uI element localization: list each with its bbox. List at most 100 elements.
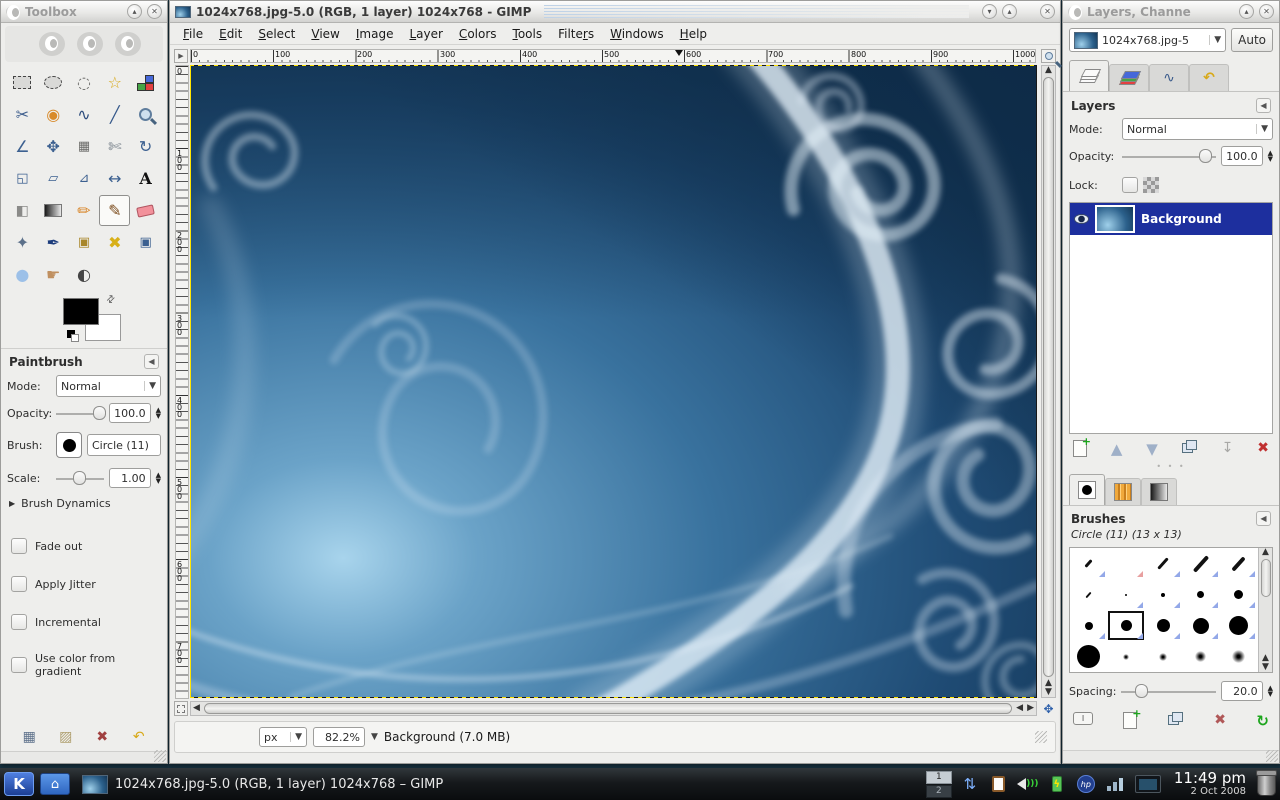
close-icon[interactable]: ✕	[1259, 4, 1274, 19]
brush-item[interactable]	[1220, 610, 1257, 641]
scroll-right-icon[interactable]: ▶	[1025, 704, 1036, 713]
panel-collapse-icon[interactable]: ◀	[1256, 511, 1271, 526]
k-menu-button[interactable]: K	[4, 772, 34, 796]
restore-options-button[interactable]: ▨	[54, 725, 78, 749]
zoom-field[interactable]: 82.2%	[313, 727, 365, 747]
layer-name[interactable]: Background	[1141, 212, 1222, 226]
tool-bucket-fill[interactable]: ◧	[7, 195, 38, 226]
image-window-titlebar[interactable]: 1024x768.jpg-5.0 (RGB, 1 layer) 1024x768…	[170, 1, 1060, 23]
brush-item[interactable]	[1220, 641, 1257, 672]
tool-free-select[interactable]: ◌	[69, 67, 100, 98]
tool-gradient[interactable]	[38, 195, 69, 226]
brush-name-field[interactable]: Circle (11)	[87, 434, 161, 456]
resize-grip[interactable]	[154, 750, 166, 762]
brush-item[interactable]	[1107, 548, 1144, 579]
raise-layer-button[interactable]: ▲	[1111, 440, 1123, 458]
brush-item[interactable]	[1070, 641, 1107, 672]
refresh-brushes-button[interactable]: ↻	[1256, 712, 1269, 730]
save-options-button[interactable]: ▦	[17, 725, 41, 749]
clipboard-icon[interactable]	[988, 773, 1010, 795]
brush-item[interactable]	[1182, 548, 1219, 579]
vscroll-thumb[interactable]	[1043, 77, 1054, 677]
default-colors-icon[interactable]	[67, 330, 79, 342]
tab-brushes[interactable]	[1069, 474, 1105, 505]
delete-options-button[interactable]: ✖	[90, 725, 114, 749]
menu-edit[interactable]: Edit	[212, 25, 249, 43]
brush-item[interactable]	[1070, 579, 1107, 610]
tool-fuzzy-select[interactable]: ☆	[99, 67, 130, 98]
battery-icon[interactable]: ϟ	[1046, 773, 1068, 795]
layer-opacity-spinner[interactable]: ▲ ▼	[1268, 150, 1273, 163]
scroll-up-icon[interactable]: ▲	[1043, 66, 1054, 75]
shade-button[interactable]: ▴	[127, 4, 142, 19]
spacing-spinner[interactable]: ▲ ▼	[1268, 685, 1273, 698]
resize-grip[interactable]	[1266, 750, 1278, 762]
tool-heal[interactable]: ✖	[99, 227, 130, 258]
toolbox-drag-handle[interactable]	[5, 26, 163, 62]
brush-item[interactable]	[1070, 610, 1107, 641]
brush-item-selected[interactable]	[1107, 610, 1144, 641]
menu-help[interactable]: Help	[673, 25, 714, 43]
lock-pixels-checkbox[interactable]	[1122, 177, 1138, 193]
swap-colors-icon[interactable]: ⇄	[104, 293, 118, 307]
scroll-down-icon[interactable]: ▼	[1260, 663, 1271, 672]
tool-shear[interactable]: ▱	[38, 163, 69, 194]
scale-spinner[interactable]: ▲ ▼	[156, 472, 161, 485]
brush-item[interactable]	[1182, 641, 1219, 672]
hscroll-thumb[interactable]	[203, 703, 1013, 714]
tool-scale[interactable]: ◱	[7, 163, 38, 194]
lock-alpha-icon[interactable]	[1143, 177, 1159, 193]
panel-collapse-icon[interactable]: ◀	[1256, 98, 1271, 113]
resize-grip[interactable]	[1035, 731, 1047, 743]
tool-paths[interactable]: ∿	[69, 99, 100, 130]
duplicate-layer-button[interactable]	[1181, 440, 1198, 454]
apply-jitter-checkbox[interactable]	[11, 576, 27, 592]
brush-item[interactable]	[1145, 641, 1182, 672]
home-folder-button[interactable]: ⌂	[40, 773, 70, 795]
brush-item[interactable]	[1107, 579, 1144, 610]
layer-list[interactable]: Background	[1069, 202, 1273, 434]
trash-icon[interactable]	[1256, 770, 1277, 796]
scroll-left-icon[interactable]: ◀	[191, 704, 202, 713]
unit-select[interactable]: px ▼	[259, 727, 307, 747]
brush-item[interactable]	[1145, 548, 1182, 579]
tool-crop[interactable]: ✄	[99, 131, 130, 162]
tool-clone[interactable]: ▣	[69, 227, 100, 258]
navigation-pan-icon[interactable]: ✥	[1041, 701, 1056, 716]
tab-gradients[interactable]	[1141, 478, 1177, 505]
desktop-pager[interactable]: 1 2	[925, 770, 952, 798]
new-brush-button[interactable]: +	[1123, 707, 1141, 729]
apply-jitter-row[interactable]: Apply Jitter	[1, 576, 167, 592]
brush-item[interactable]	[1220, 579, 1257, 610]
tool-blur-sharpen[interactable]: ●	[7, 259, 38, 290]
signal-strength-icon[interactable]	[1104, 773, 1126, 795]
taskbar-window-entry[interactable]: 1024x768.jpg-5.0 (RGB, 1 layer) 1024x768…	[76, 773, 449, 796]
brush-item[interactable]	[1145, 610, 1182, 641]
lower-layer-button[interactable]: ▼	[1146, 440, 1158, 458]
brush-item[interactable]	[1182, 610, 1219, 641]
close-icon[interactable]: ✕	[1040, 4, 1055, 19]
tool-text[interactable]: A	[130, 163, 161, 194]
zoom-chevron-icon[interactable]: ▼	[371, 732, 378, 742]
layer-opacity-slider[interactable]	[1122, 148, 1216, 164]
layers-titlebar[interactable]: Layers, Channe ▴ ✕	[1063, 1, 1279, 23]
hp-icon[interactable]: hp	[1075, 773, 1097, 795]
menu-colors[interactable]: Colors	[452, 25, 504, 43]
paint-mode-select[interactable]: Normal ▼	[56, 375, 161, 397]
menu-tools[interactable]: Tools	[506, 25, 550, 43]
menu-select[interactable]: Select	[251, 25, 302, 43]
brush-item[interactable]	[1182, 579, 1219, 610]
reset-options-button[interactable]: ↶	[127, 725, 151, 749]
volume-icon[interactable]: )))	[1017, 773, 1039, 795]
tool-align[interactable]: ▦	[69, 131, 100, 162]
toolbox-titlebar[interactable]: Toolbox ▴ ✕	[1, 1, 167, 23]
duplicate-brush-button[interactable]	[1167, 712, 1184, 726]
vertical-ruler[interactable]: 0 100 200 300 400 500 600 700	[175, 65, 189, 699]
tool-color-picker[interactable]: ╱	[99, 99, 130, 130]
tool-paintbrush[interactable]: ✎	[99, 195, 131, 226]
quick-mask-toggle[interactable]	[174, 701, 188, 716]
pager-desktop-2[interactable]: 2	[925, 784, 952, 798]
tool-airbrush[interactable]: ✦	[7, 227, 38, 258]
image-selector[interactable]: 1024x768.jpg-5 ▼	[1069, 28, 1227, 52]
tool-measure[interactable]: ∠	[7, 131, 38, 162]
